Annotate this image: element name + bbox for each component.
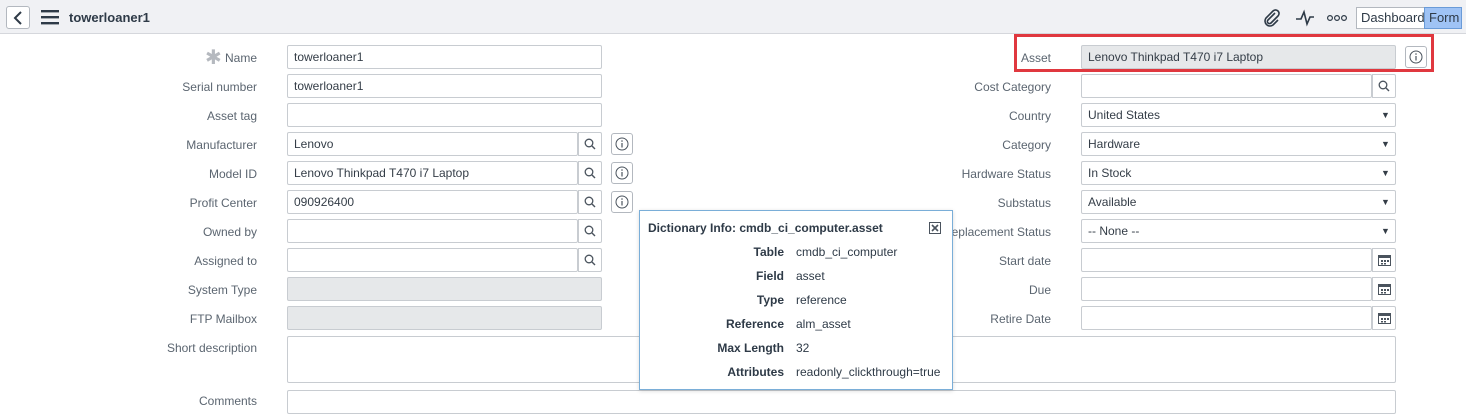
popup-key-reference: Reference	[725, 317, 784, 331]
profit-center-field[interactable]: 090926400	[287, 190, 578, 214]
search-icon	[584, 167, 596, 179]
info-icon	[615, 195, 629, 209]
manufacturer-lookup-button[interactable]	[578, 132, 602, 156]
search-icon	[584, 225, 596, 237]
country-label: Country	[1008, 109, 1051, 123]
calendar-icon	[1377, 255, 1391, 266]
popup-key-max-length: Max Length	[717, 341, 784, 355]
cost-category-lookup-button[interactable]	[1372, 74, 1396, 98]
manufacturer-label: Manufacturer	[186, 138, 257, 152]
country-select[interactable]: United States	[1081, 103, 1396, 127]
manufacturer-field[interactable]: Lenovo	[287, 132, 578, 156]
record-title: towerloaner1	[69, 10, 150, 25]
profit-center-lookup-button[interactable]	[578, 190, 602, 214]
search-icon	[584, 196, 596, 208]
popup-key-field: Field	[755, 269, 784, 283]
model-id-info-button[interactable]	[611, 162, 633, 184]
dropdown-caret-icon: ▼	[1381, 168, 1390, 178]
calendar-icon	[1377, 313, 1391, 324]
calendar-icon	[1377, 284, 1391, 295]
info-icon	[615, 137, 629, 151]
dictionary-info-popup: Dictionary Info: cmdb_ci_computer.asset …	[639, 210, 953, 390]
dashboard-view-button[interactable]: Dashboard	[1356, 7, 1430, 29]
popup-title: Dictionary Info: cmdb_ci_computer.asset	[648, 221, 883, 235]
activity-icon[interactable]	[1294, 9, 1316, 27]
owned-by-field[interactable]	[287, 219, 578, 243]
category-select[interactable]: Hardware	[1081, 132, 1396, 156]
owned-by-lookup-button[interactable]	[578, 219, 602, 243]
hardware-status-select[interactable]: In Stock	[1081, 161, 1396, 185]
popup-value-reference: alm_asset	[796, 317, 851, 331]
popup-value-table: cmdb_ci_computer	[796, 245, 898, 259]
popup-value-field: asset	[796, 269, 825, 283]
comments-field[interactable]	[287, 390, 1396, 414]
dropdown-caret-icon: ▼	[1381, 226, 1390, 236]
model-id-lookup-button[interactable]	[578, 161, 602, 185]
asset-tag-field[interactable]	[287, 103, 602, 127]
hardware-status-label: Hardware Status	[961, 167, 1051, 181]
system-type-field	[287, 277, 602, 301]
form-view-button[interactable]: Form	[1424, 7, 1462, 29]
model-id-label: Model ID	[208, 167, 257, 181]
profit-center-info-button[interactable]	[611, 191, 633, 213]
popup-key-table: Table	[753, 245, 784, 259]
short-description-label: Short description	[166, 341, 257, 355]
popup-value-attributes: readonly_clickthrough=true	[796, 365, 941, 379]
dropdown-caret-icon: ▼	[1381, 197, 1390, 207]
serial-number-field[interactable]: towerloaner1	[287, 74, 602, 98]
form-header: towerloaner1 Dashboard Form	[0, 0, 1466, 34]
model-id-field[interactable]: Lenovo Thinkpad T470 i7 Laptop	[287, 161, 578, 185]
back-button[interactable]	[6, 6, 30, 29]
start-date-picker-button[interactable]	[1372, 248, 1396, 272]
dropdown-caret-icon: ▼	[1381, 110, 1390, 120]
search-icon	[584, 254, 596, 266]
name-label: Name	[224, 51, 257, 65]
replacement-status-select[interactable]: -- None --	[1081, 219, 1396, 243]
system-type-label: System Type	[187, 283, 257, 297]
due-field[interactable]	[1081, 277, 1372, 301]
manufacturer-info-button[interactable]	[611, 133, 633, 155]
popup-key-attributes: Attributes	[727, 365, 784, 379]
more-options-icon[interactable]	[1327, 9, 1347, 27]
due-date-picker-button[interactable]	[1372, 277, 1396, 301]
attachment-icon[interactable]	[1262, 9, 1282, 27]
retire-date-field[interactable]	[1081, 306, 1372, 330]
category-label: Category	[1002, 138, 1051, 152]
retire-date-picker-button[interactable]	[1372, 306, 1396, 330]
back-icon	[13, 10, 22, 25]
comments-label: Comments	[198, 394, 257, 408]
search-icon	[584, 138, 596, 150]
search-icon	[1378, 80, 1390, 92]
substatus-label: Substatus	[997, 196, 1051, 210]
assigned-to-lookup-button[interactable]	[578, 248, 602, 272]
name-field[interactable]: towerloaner1	[287, 45, 602, 69]
popup-value-type: reference	[796, 293, 847, 307]
assigned-to-field[interactable]	[287, 248, 578, 272]
serial-number-label: Serial number	[182, 80, 257, 94]
assigned-to-label: Assigned to	[194, 254, 257, 268]
popup-key-type: Type	[756, 293, 784, 307]
start-date-field[interactable]	[1081, 248, 1372, 272]
profit-center-label: Profit Center	[189, 196, 257, 210]
asset-highlight-box	[1014, 34, 1434, 72]
cost-category-label: Cost Category	[974, 80, 1051, 94]
cost-category-field[interactable]	[1081, 74, 1372, 98]
dropdown-caret-icon: ▼	[1381, 139, 1390, 149]
menu-icon[interactable]	[41, 9, 59, 25]
asset-tag-label: Asset tag	[206, 109, 257, 123]
info-icon	[615, 166, 629, 180]
ftp-mailbox-field	[287, 306, 602, 330]
owned-by-label: Owned by	[202, 225, 257, 239]
popup-value-max-length: 32	[796, 341, 810, 355]
close-icon[interactable]	[929, 222, 941, 234]
ftp-mailbox-label: FTP Mailbox	[189, 312, 257, 326]
substatus-select[interactable]: Available	[1081, 190, 1396, 214]
